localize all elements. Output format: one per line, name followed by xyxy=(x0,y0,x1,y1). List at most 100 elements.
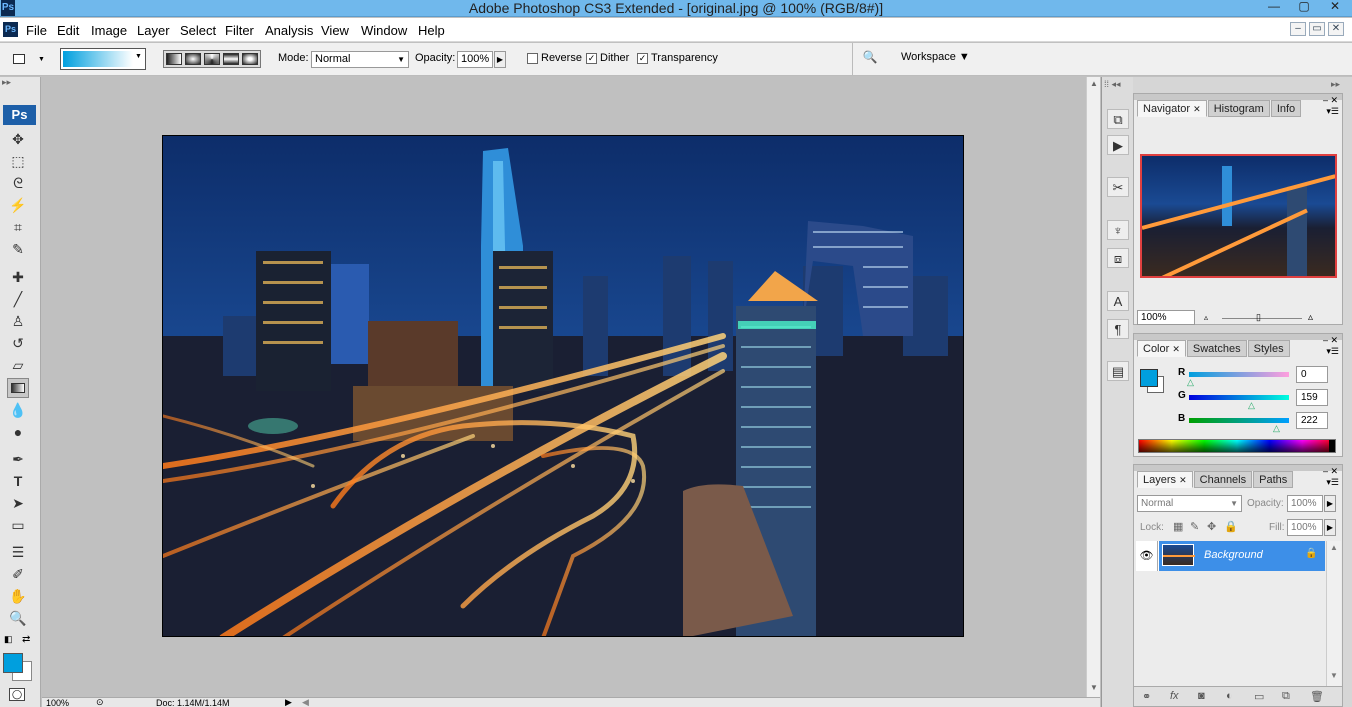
panel-menu-icon[interactable]: ▾☰ xyxy=(1326,477,1339,488)
r-value-input[interactable]: 0 xyxy=(1296,366,1328,383)
menu-analysis[interactable]: Analysis xyxy=(265,23,313,38)
tab-styles[interactable]: Styles xyxy=(1247,340,1290,357)
lock-transparency-icon[interactable]: ▦ xyxy=(1173,520,1183,533)
opacity-input[interactable]: 100% xyxy=(457,51,493,68)
gradient-picker[interactable]: ▼ xyxy=(60,48,146,70)
scroll-up-icon[interactable]: ▲ xyxy=(1330,543,1338,552)
linear-gradient-button[interactable] xyxy=(166,53,182,65)
panel-minimize-icon[interactable]: – ✕ xyxy=(1323,466,1338,477)
scroll-down-icon[interactable]: ▼ xyxy=(1330,671,1338,680)
tab-paths[interactable]: Paths xyxy=(1253,471,1294,488)
dodge-tool-icon[interactable]: ● xyxy=(7,422,29,442)
dither-checkbox[interactable]: ✓ xyxy=(586,53,597,64)
navigator-thumbnail[interactable] xyxy=(1140,154,1337,278)
menu-select[interactable]: Select xyxy=(180,23,216,38)
clone-stamp-tool-icon[interactable]: ♙ xyxy=(7,311,29,331)
layers-scrollbar[interactable]: ▲ ▼ xyxy=(1326,541,1341,686)
slice-tool-icon[interactable]: ✎ xyxy=(7,239,29,259)
close-icon[interactable]: ✕ xyxy=(1172,344,1180,354)
doc-minimize-button[interactable]: – xyxy=(1290,22,1306,36)
layer-name[interactable]: Background xyxy=(1204,549,1263,561)
eraser-tool-icon[interactable]: ▱ xyxy=(7,355,29,375)
blend-mode-select[interactable]: Normal ▼ xyxy=(1137,495,1242,512)
vertical-scrollbar[interactable]: ▲ ▼ xyxy=(1086,77,1100,697)
maximize-button[interactable]: ▢ xyxy=(1290,0,1318,15)
tab-color[interactable]: Color ✕ xyxy=(1137,340,1186,357)
new-layer-icon[interactable]: ⧉ xyxy=(1282,690,1290,703)
document-image[interactable] xyxy=(162,135,964,637)
menu-help[interactable]: Help xyxy=(418,23,445,38)
character-panel-icon[interactable]: A xyxy=(1107,291,1129,311)
blur-tool-icon[interactable]: 💧 xyxy=(7,400,29,420)
zoom-tool-icon[interactable]: 🔍 xyxy=(7,608,29,628)
workspace-button[interactable]: Workspace ▼ xyxy=(901,51,970,63)
brush-tool-icon[interactable]: ╱ xyxy=(7,289,29,309)
tool-presets-panel-icon[interactable]: ✂ xyxy=(1107,177,1129,197)
layer-mask-icon[interactable]: ◙ xyxy=(1198,690,1205,702)
g-slider-thumb-icon[interactable]: △ xyxy=(1248,400,1255,411)
tab-layers[interactable]: Layers ✕ xyxy=(1137,471,1193,488)
b-value-input[interactable]: 222 xyxy=(1296,412,1328,429)
paragraph-panel-icon[interactable]: ¶ xyxy=(1107,319,1129,339)
foreground-color-swatch[interactable] xyxy=(3,653,23,673)
layer-opacity-input[interactable]: 100% xyxy=(1287,495,1323,512)
app-icon[interactable]: Ps xyxy=(3,22,18,37)
fill-arrow[interactable]: ▶ xyxy=(1324,519,1336,536)
zoom-level[interactable]: 100% xyxy=(46,698,69,707)
magic-wand-tool-icon[interactable]: ⚡ xyxy=(7,195,29,215)
layer-style-icon[interactable]: fx xyxy=(1170,690,1179,702)
b-slider-thumb-icon[interactable]: △ xyxy=(1273,423,1280,434)
zoom-slider-thumb-icon[interactable]: ▯ xyxy=(1256,312,1261,323)
tab-info[interactable]: Info xyxy=(1270,100,1302,117)
doc-restore-button[interactable]: ▭ xyxy=(1309,22,1325,36)
quick-mask-icon[interactable]: ◯ xyxy=(9,688,25,701)
r-slider-thumb-icon[interactable]: △ xyxy=(1187,377,1194,388)
pen-tool-icon[interactable]: ✒ xyxy=(7,449,29,469)
r-slider[interactable] xyxy=(1189,372,1289,377)
close-icon[interactable]: ✕ xyxy=(1179,475,1187,485)
panel-menu-icon[interactable]: ▾☰ xyxy=(1326,106,1339,117)
angle-gradient-button[interactable] xyxy=(204,53,220,65)
crop-tool-icon[interactable]: ⌗ xyxy=(7,217,29,237)
swap-colors-icon[interactable]: ⇄ xyxy=(22,634,30,645)
lasso-tool-icon[interactable]: ᘓ xyxy=(7,173,29,193)
scroll-down-icon[interactable]: ▼ xyxy=(1090,683,1098,692)
menu-window[interactable]: Window xyxy=(361,23,407,38)
hand-tool-icon[interactable]: ✋ xyxy=(7,586,29,606)
shape-tool-icon[interactable]: ▭ xyxy=(7,515,29,535)
ps-logo[interactable]: Ps xyxy=(3,105,36,125)
history-brush-tool-icon[interactable]: ↺ xyxy=(7,333,29,353)
lock-all-icon[interactable]: 🔒 xyxy=(1224,520,1238,533)
lock-pixels-icon[interactable]: ✎ xyxy=(1190,520,1199,533)
close-icon[interactable]: ✕ xyxy=(1193,104,1201,114)
layer-row-background[interactable]: 👁 Background 🔒 xyxy=(1136,541,1325,571)
new-group-icon[interactable]: ▭ xyxy=(1254,690,1264,703)
mode-select[interactable]: Normal ▼ xyxy=(311,51,409,68)
link-layers-icon[interactable]: ⚭ xyxy=(1142,690,1151,703)
dock-grip-icon[interactable]: ⁞⁞ ◂◂ xyxy=(1104,79,1121,90)
eyedropper-tool-icon[interactable]: ✐ xyxy=(7,564,29,584)
menu-file[interactable]: File xyxy=(26,23,47,38)
move-tool-icon[interactable]: ✥ xyxy=(7,129,29,149)
zoom-out-icon[interactable]: ▵ xyxy=(1204,313,1208,322)
doc-close-button[interactable]: ✕ xyxy=(1328,22,1344,36)
menu-image[interactable]: Image xyxy=(91,23,127,38)
tool-preset-picker[interactable]: ▼ xyxy=(10,51,45,67)
notes-tool-icon[interactable]: ☰ xyxy=(7,542,29,562)
menu-layer[interactable]: Layer xyxy=(137,23,170,38)
minimize-button[interactable]: — xyxy=(1260,0,1288,15)
actions-panel-icon[interactable]: ▶ xyxy=(1107,135,1129,155)
panels-expand-icon[interactable]: ▸▸ xyxy=(1133,79,1352,89)
hscroll-left-icon[interactable]: ◀ xyxy=(302,697,309,707)
g-slider[interactable] xyxy=(1189,395,1289,400)
path-selection-tool-icon[interactable]: ➤ xyxy=(7,493,29,513)
reverse-checkbox[interactable] xyxy=(527,53,538,64)
eye-icon[interactable]: 👁 xyxy=(1136,541,1158,571)
tab-histogram[interactable]: Histogram xyxy=(1207,100,1270,117)
marquee-tool-icon[interactable]: ⬚ xyxy=(7,151,29,171)
adjustment-layer-icon[interactable]: ◐ xyxy=(1226,690,1233,702)
close-button[interactable]: ✕ xyxy=(1320,0,1350,15)
color-foreground-swatch[interactable] xyxy=(1140,369,1158,387)
transparency-checkbox[interactable]: ✓ xyxy=(637,53,648,64)
status-menu-arrow-icon[interactable]: ▶ xyxy=(285,697,292,707)
